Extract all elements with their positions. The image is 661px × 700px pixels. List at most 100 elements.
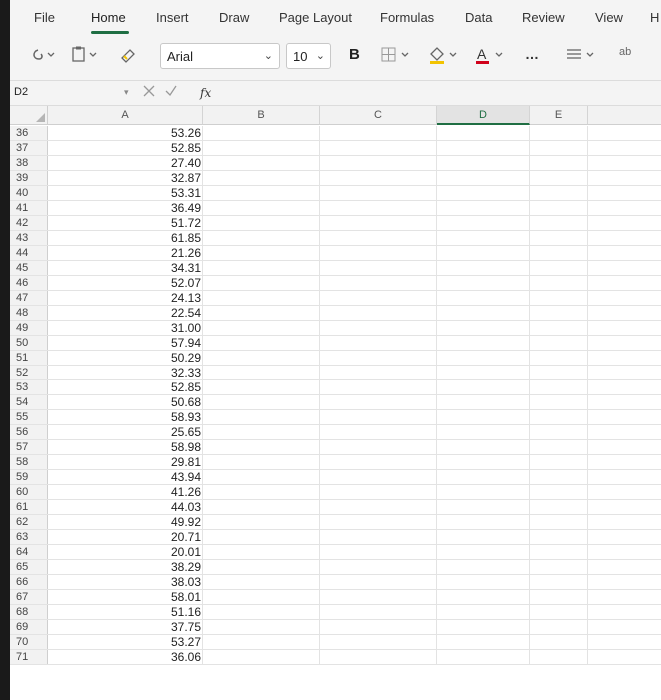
- cell-c[interactable]: [320, 410, 437, 425]
- cell-c[interactable]: [320, 245, 437, 260]
- cell-a[interactable]: 61.85: [48, 230, 203, 245]
- cell-a[interactable]: 21.26: [48, 245, 203, 260]
- font-name-select[interactable]: Arial ⌄: [160, 43, 280, 69]
- row-header[interactable]: 54: [10, 395, 48, 410]
- cell-b[interactable]: [203, 649, 320, 664]
- cell-d[interactable]: [437, 575, 530, 590]
- cell-a[interactable]: 50.29: [48, 350, 203, 365]
- select-all-button[interactable]: [10, 106, 48, 125]
- cell-d[interactable]: [437, 260, 530, 275]
- cell-e[interactable]: [530, 425, 588, 440]
- cell-e[interactable]: [530, 515, 588, 530]
- cell-d[interactable]: [437, 155, 530, 170]
- cell-a[interactable]: 43.94: [48, 470, 203, 484]
- tab-page-layout[interactable]: Page Layout: [279, 10, 352, 25]
- tab-data[interactable]: Data: [465, 10, 492, 25]
- cell-a[interactable]: 22.54: [48, 305, 203, 320]
- cell-e[interactable]: [530, 440, 588, 455]
- cell-e[interactable]: [530, 185, 588, 200]
- tab-draw[interactable]: Draw: [219, 10, 249, 25]
- cell-e[interactable]: [530, 140, 588, 155]
- cell-b[interactable]: [203, 425, 320, 440]
- cell-d[interactable]: [437, 185, 530, 200]
- cell-b[interactable]: [203, 126, 320, 140]
- cell-b[interactable]: [203, 320, 320, 335]
- cell-b[interactable]: [203, 350, 320, 365]
- cell-a[interactable]: 32.33: [48, 365, 203, 380]
- cell-d[interactable]: [437, 634, 530, 649]
- cell-d[interactable]: [437, 410, 530, 425]
- cell-c[interactable]: [320, 140, 437, 155]
- column-header-f[interactable]: [588, 106, 661, 125]
- cell-c[interactable]: [320, 590, 437, 604]
- font-size-select[interactable]: 10 ⌄: [286, 43, 331, 69]
- tab-review[interactable]: Review: [522, 10, 565, 25]
- row-header[interactable]: 37: [10, 140, 48, 155]
- cell-b[interactable]: [203, 365, 320, 380]
- cell-a[interactable]: 31.00: [48, 320, 203, 335]
- row-header[interactable]: 53: [10, 380, 48, 395]
- cell-d[interactable]: [437, 485, 530, 500]
- cell-e[interactable]: [530, 335, 588, 350]
- row-header[interactable]: 45: [10, 260, 48, 275]
- cell-d[interactable]: [437, 395, 530, 410]
- cell-e[interactable]: [530, 500, 588, 515]
- cell-c[interactable]: [320, 126, 437, 140]
- cell-e[interactable]: [530, 649, 588, 664]
- cell-d[interactable]: [437, 605, 530, 619]
- row-header[interactable]: 60: [10, 485, 48, 500]
- cell-a[interactable]: 50.68: [48, 395, 203, 409]
- cell-b[interactable]: [203, 245, 320, 260]
- cell-c[interactable]: [320, 545, 437, 560]
- cell-c[interactable]: [320, 170, 437, 185]
- cell-a[interactable]: 58.98: [48, 440, 203, 454]
- cell-d[interactable]: [437, 335, 530, 350]
- row-header[interactable]: 46: [10, 275, 48, 290]
- row-header[interactable]: 64: [10, 545, 48, 560]
- cell-d[interactable]: [437, 275, 530, 290]
- cell-c[interactable]: [320, 365, 437, 380]
- row-header[interactable]: 70: [10, 634, 48, 649]
- cell-e[interactable]: [530, 215, 588, 230]
- row-header[interactable]: 40: [10, 185, 48, 200]
- cell-e[interactable]: [530, 575, 588, 590]
- cell-c[interactable]: [320, 619, 437, 634]
- cell-e[interactable]: [530, 126, 588, 140]
- cell-a[interactable]: 38.29: [48, 560, 203, 574]
- cell-a[interactable]: 53.27: [48, 634, 203, 649]
- row-header[interactable]: 55: [10, 410, 48, 425]
- cell-b[interactable]: [203, 200, 320, 215]
- cell-d[interactable]: [437, 320, 530, 335]
- cell-e[interactable]: [530, 470, 588, 485]
- cell-c[interactable]: [320, 290, 437, 305]
- cell-e[interactable]: [530, 485, 588, 500]
- cell-e[interactable]: [530, 230, 588, 245]
- row-header[interactable]: 41: [10, 200, 48, 215]
- cell-c[interactable]: [320, 275, 437, 290]
- row-header[interactable]: 56: [10, 425, 48, 440]
- cell-b[interactable]: [203, 335, 320, 350]
- cell-d[interactable]: [437, 619, 530, 634]
- cell-a[interactable]: 49.92: [48, 515, 203, 529]
- align-button[interactable]: [565, 46, 599, 67]
- cell-b[interactable]: [203, 515, 320, 530]
- cell-d[interactable]: [437, 440, 530, 455]
- cell-e[interactable]: [530, 365, 588, 380]
- cell-a[interactable]: 20.01: [48, 545, 203, 559]
- column-header-d[interactable]: D: [437, 106, 530, 125]
- cell-a[interactable]: 38.03: [48, 575, 203, 589]
- tab-view[interactable]: View: [595, 10, 623, 25]
- cell-a[interactable]: 57.94: [48, 335, 203, 350]
- cell-c[interactable]: [320, 425, 437, 440]
- cell-b[interactable]: [203, 530, 320, 545]
- cell-b[interactable]: [203, 215, 320, 230]
- cell-a[interactable]: 25.65: [48, 425, 203, 439]
- cell-a[interactable]: 51.16: [48, 605, 203, 619]
- cell-b[interactable]: [203, 140, 320, 155]
- cell-e[interactable]: [530, 170, 588, 185]
- cell-b[interactable]: [203, 590, 320, 604]
- cell-b[interactable]: [203, 185, 320, 200]
- column-header-e[interactable]: E: [530, 106, 588, 125]
- cell-c[interactable]: [320, 335, 437, 350]
- cell-c[interactable]: [320, 215, 437, 230]
